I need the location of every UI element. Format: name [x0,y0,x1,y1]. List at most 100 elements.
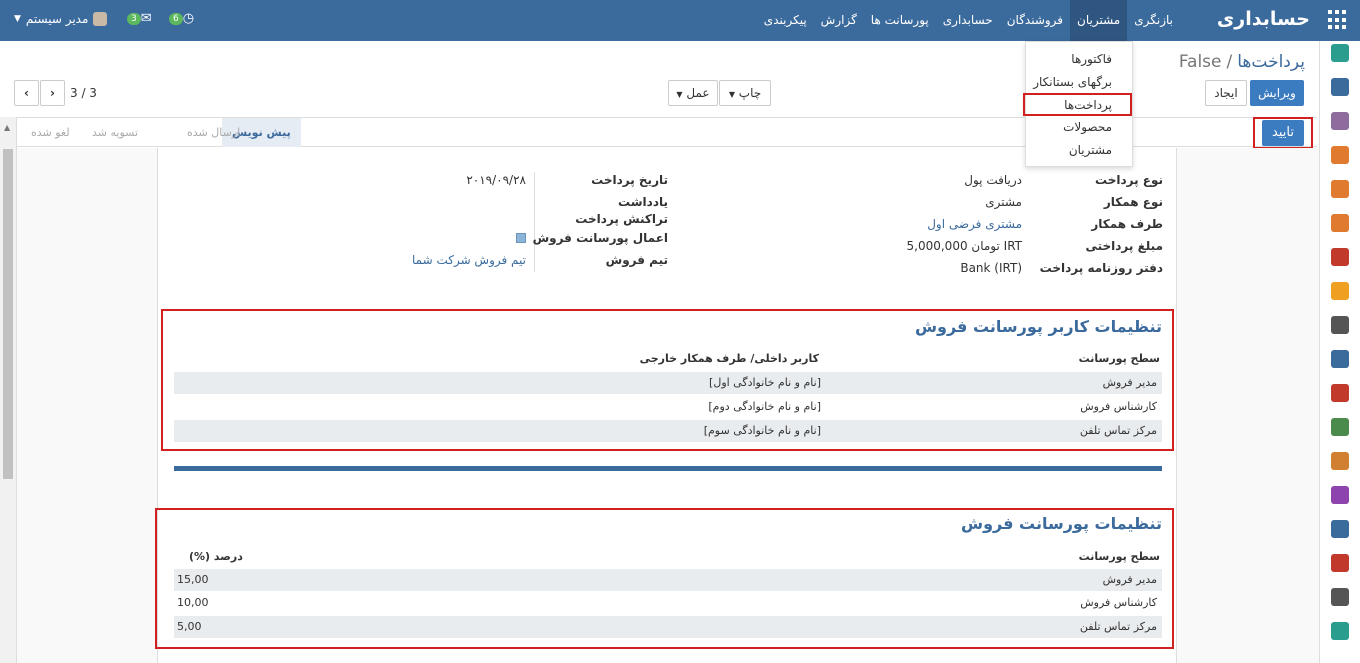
confirm-highlight-box [1253,117,1313,149]
pager-value[interactable]: 3 / 3 [70,86,97,100]
menu-item-vendors[interactable]: فروشندگان [1000,0,1070,41]
form-divider [534,172,535,272]
payments-highlight-box [1023,93,1132,116]
breadcrumb-current: False [1178,52,1222,72]
clock-icon: ◷ [182,11,195,26]
caret-down-icon: ▼ [728,90,735,99]
sidebar-app-icon[interactable] [1331,554,1349,572]
menu-item-reporting[interactable]: گزارش [814,0,864,41]
scroll-up-icon[interactable]: ▲ [4,123,10,132]
user-name: مدیر سیستم [25,12,89,26]
messages-count: 3 [127,12,141,25]
label-apply-commission: اعمال پورسانت فروش [532,231,668,245]
user-commission-header-level: سطح پورسانت [1078,352,1160,365]
commission-level: کارشناس فروش [1080,596,1157,609]
chevron-right-icon: › [50,86,55,100]
label-payment-type: نوع پرداخت [1095,173,1163,187]
sidebar-app-icon[interactable] [1331,588,1349,606]
menu-item-commissions[interactable]: پورسانت ها [864,0,936,41]
user-menu[interactable]: ▼ مدیر سیستم [14,12,108,26]
table-row[interactable]: مرکز تماس تلفن [نام و نام خانوادگی سوم] [174,420,1162,442]
sidebar-app-icon[interactable] [1331,78,1349,96]
dropdown-item-products[interactable]: محصولات [1063,120,1112,134]
user-commission-level: مدیر فروش [1102,376,1157,389]
messages-button[interactable]: 3 ✉ [126,11,152,26]
stage-sent[interactable]: ارسال شده [187,118,240,147]
breadcrumb-separator: / [1226,52,1233,72]
commission-settings-title: تنظیمات پورسانت فروش [961,514,1162,533]
pager-prev-button[interactable]: ‹ [14,80,39,106]
sidebar-app-icon[interactable] [1331,112,1349,130]
sidebar-app-icon[interactable] [1331,520,1349,538]
apps-sidebar [1319,41,1360,663]
dropdown-item-credit-notes[interactable]: برگهای بستانکار [1033,75,1112,89]
value-partner-type[interactable]: مشتری [985,195,1022,209]
label-partner-type: نوع همکار [1103,195,1163,209]
chevron-left-icon: ‹ [24,86,29,100]
value-amount[interactable]: 5,000,000 تومان IRT [907,239,1022,253]
label-journal: دفتر روزنامه پرداخت [1039,261,1163,275]
table-row[interactable]: کارشناس فروش [نام و نام خانوادگی دوم] [174,396,1162,418]
table-row[interactable]: مدیر فروش 15,00 [174,569,1162,591]
sidebar-app-icon[interactable] [1331,44,1349,62]
scrollbar-thumb[interactable] [3,149,13,479]
value-payment-type[interactable]: دریافت پول [964,173,1022,187]
sidebar-app-icon[interactable] [1331,622,1349,640]
menu-item-customers[interactable]: مشتریان [1070,0,1128,41]
app-brand: حسابداری [1216,8,1310,30]
commission-percent: 15,00 [177,573,209,586]
dropdown-item-customers[interactable]: مشتریان [1069,143,1112,157]
sidebar-app-icon[interactable] [1331,418,1349,436]
commission-header-level: سطح پورسانت [1078,550,1160,563]
menu-item-accounting[interactable]: حسابداری [936,0,1000,41]
menu-item-configuration[interactable]: پیکربندی [757,0,814,41]
section-divider [174,466,1162,471]
action-label: عمل [686,86,710,100]
commission-percent: 5,00 [177,620,202,633]
caret-down-icon: ▼ [676,90,683,99]
value-sales-team[interactable]: تیم فروش شرکت شما [412,253,526,267]
label-sales-team: تیم فروش [605,253,668,267]
sidebar-app-icon[interactable] [1331,350,1349,368]
table-row[interactable]: مرکز تماس تلفن 5,00 [174,616,1162,638]
action-dropdown[interactable]: عمل ▼ [668,80,718,106]
value-journal[interactable]: Bank (IRT) [960,261,1022,275]
print-dropdown[interactable]: چاپ ▼ [719,80,771,106]
commission-level: مدیر فروش [1102,573,1157,586]
value-partner[interactable]: مشتری فرضی اول [927,217,1022,231]
top-navbar: حسابداری بازنگری مشتریان فروشندگان حسابد… [0,0,1360,41]
table-row[interactable]: کارشناس فروش 10,00 [174,592,1162,614]
sidebar-app-icon[interactable] [1331,282,1349,300]
pager-next-button[interactable]: › [40,80,65,106]
sidebar-app-icon[interactable] [1331,452,1349,470]
table-row[interactable]: مدیر فروش [نام و نام خانوادگی اول] [174,372,1162,394]
apps-menu-icon[interactable] [1328,10,1348,30]
user-commission-user: [نام و نام خانوادگی دوم] [708,400,821,413]
label-amount: مبلغ پرداختی [1085,239,1163,253]
sidebar-app-icon[interactable] [1331,214,1349,232]
value-payment-date[interactable]: ۲۰۱۹/۰۹/۲۸ [466,173,526,187]
user-commission-user: [نام و نام خانوادگی سوم] [703,424,821,437]
user-commission-user: [نام و نام خانوادگی اول] [709,376,821,389]
sidebar-app-icon[interactable] [1331,316,1349,334]
label-payment-date: تاریخ پرداخت [591,173,668,187]
sidebar-app-icon[interactable] [1331,486,1349,504]
create-button[interactable]: ایجاد [1205,80,1247,106]
activities-button[interactable]: 6 ◷ [168,11,194,26]
avatar [93,12,108,26]
page-scrollbar[interactable]: ▲ [0,117,17,663]
stage-cancelled[interactable]: لغو شده [31,118,70,147]
menu-item-review[interactable]: بازنگری [1127,0,1180,41]
edit-button[interactable]: ویرایش [1250,80,1304,106]
user-commission-level: مرکز تماس تلفن [1079,424,1157,437]
chat-icon: ✉ [140,11,152,26]
apply-commission-checkbox[interactable] [516,233,526,243]
activities-count: 6 [169,12,183,25]
breadcrumb-parent[interactable]: پرداخت‌ها [1237,52,1305,72]
sidebar-app-icon[interactable] [1331,146,1349,164]
sidebar-app-icon[interactable] [1331,384,1349,402]
sidebar-app-icon[interactable] [1331,248,1349,266]
dropdown-item-invoices[interactable]: فاکتورها [1071,52,1112,66]
sidebar-app-icon[interactable] [1331,180,1349,198]
stage-reconciled[interactable]: تسویه شد [92,118,138,147]
